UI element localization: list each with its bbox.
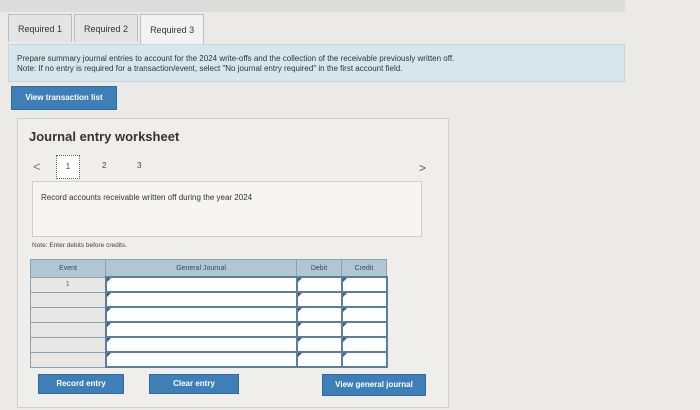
tab-required-1[interactable]: Required 1 (8, 14, 73, 42)
journal-entry-worksheet: Journal entry worksheet < 1 2 3 > Record… (17, 118, 449, 408)
event-cell: 1 (30, 276, 106, 293)
transaction-description-box: Record accounts receivable written off d… (32, 181, 422, 237)
event-cell (30, 321, 106, 338)
worksheet-pager: < 1 2 3 > (18, 155, 448, 183)
worksheet-title: Journal entry worksheet (29, 129, 180, 144)
table-row (30, 306, 388, 323)
event-cell (30, 336, 106, 353)
account-select[interactable] (104, 321, 298, 338)
page-1-button[interactable]: 1 (56, 155, 80, 179)
debit-input[interactable] (295, 291, 343, 308)
view-general-journal-button[interactable]: View general journal (322, 374, 426, 396)
credit-input[interactable] (340, 351, 388, 368)
debits-note: Note: Enter debits before credits. (32, 242, 128, 249)
chevron-left-icon[interactable]: < (33, 159, 41, 174)
event-cell (30, 351, 106, 368)
debit-input[interactable] (295, 321, 343, 338)
account-select[interactable] (104, 351, 298, 368)
transaction-description: Record accounts receivable written off d… (41, 193, 253, 202)
credit-input[interactable] (340, 306, 388, 323)
page-2-button[interactable]: 2 (102, 161, 106, 170)
event-cell (30, 306, 106, 323)
tab-required-2[interactable]: Required 2 (74, 14, 139, 42)
event-cell (30, 291, 106, 308)
table-row (30, 351, 388, 368)
instructions-panel: Prepare summary journal entries to accou… (8, 44, 625, 82)
credit-input[interactable] (340, 276, 388, 293)
chevron-right-icon[interactable]: > (419, 161, 426, 175)
credit-input[interactable] (340, 336, 388, 353)
debit-input[interactable] (295, 276, 343, 293)
event-header: Event (30, 259, 106, 278)
clear-entry-button[interactable]: Clear entry (149, 374, 239, 394)
general-journal-header: General Journal (105, 259, 297, 278)
table-row: 1 (30, 276, 388, 293)
table-row (30, 336, 388, 353)
view-transaction-list-button[interactable]: View transaction list (11, 86, 117, 110)
table-row (30, 321, 388, 338)
debit-input[interactable] (295, 351, 343, 368)
credit-header: Credit (341, 259, 387, 278)
debit-header: Debit (296, 259, 342, 278)
instructions-line-1: Prepare summary journal entries to accou… (17, 54, 455, 63)
top-bar (0, 0, 625, 12)
tab-required-3[interactable]: Required 3 (140, 14, 205, 44)
credit-input[interactable] (340, 321, 388, 338)
account-select[interactable] (104, 306, 298, 323)
table-row (30, 291, 388, 308)
debit-input[interactable] (295, 306, 343, 323)
credit-input[interactable] (340, 291, 388, 308)
requirement-tabs: Required 1 Required 2 Required 3 (8, 14, 206, 44)
record-entry-button[interactable]: Record entry (38, 374, 124, 394)
page-3-button[interactable]: 3 (137, 161, 141, 170)
journal-entry-table: Event General Journal Debit Credit 1 (30, 259, 388, 368)
instructions-line-2: Note: If no entry is required for a tran… (17, 63, 403, 73)
account-select[interactable] (104, 276, 298, 293)
debit-input[interactable] (295, 336, 343, 353)
account-select[interactable] (104, 336, 298, 353)
account-select[interactable] (104, 291, 298, 308)
